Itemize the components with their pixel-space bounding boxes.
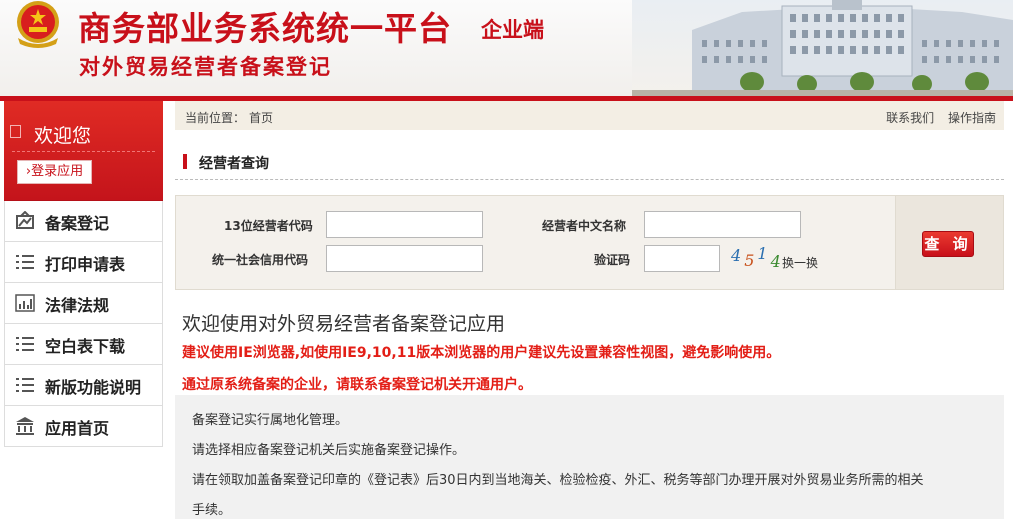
main-content: 当前位置： 首页 联系我们 操作指南 经营者查询 13位经营者代码 经营者中文名… <box>175 101 1004 519</box>
breadcrumb-current[interactable]: 首页 <box>249 109 273 126</box>
platform-tag: 企业端 <box>481 17 544 42</box>
sidebar-item-label: 法律法规 <box>45 296 110 315</box>
captcha-digit: 4 <box>770 252 781 271</box>
welcome-divider <box>12 151 155 152</box>
captcha-input[interactable] <box>644 245 720 272</box>
sidebar-item-label: 新版功能说明 <box>45 378 142 397</box>
captcha-digit: 4 <box>731 246 742 265</box>
intro-title: 欢迎使用对外贸易经营者备案登记应用 <box>182 313 506 335</box>
national-emblem-icon <box>17 1 59 48</box>
rules-panel: 备案登记实行属地化管理。 请选择相应备案登记机关后实施备案登记操作。 请在领取加… <box>175 395 1004 519</box>
breadcrumb-label: 当前位置： <box>185 111 246 125</box>
sidebar-item-blank-form-download[interactable]: 空白表下载 <box>4 324 163 365</box>
sidebar-item-label: 空白表下载 <box>45 337 126 356</box>
rule-text: 备案登记实行属地化管理。 <box>192 413 349 428</box>
rule-text: 请在领取加盖备案登记印章的《登记表》后30日内到当地海关、检验检疫、外汇、税务等… <box>192 473 924 488</box>
sidebar-item-label: 备案登记 <box>45 214 110 233</box>
section-title-text: 经营者查询 <box>199 156 269 172</box>
chart-icon <box>15 294 35 312</box>
section-marker <box>183 154 187 169</box>
list-icon <box>16 337 34 351</box>
code13-input[interactable] <box>326 211 483 238</box>
credit-code-input[interactable] <box>326 245 483 272</box>
captcha-image[interactable]: 4514 <box>731 244 784 271</box>
app-subtitle: 对外贸易经营者备案登记 <box>79 54 332 79</box>
sidebar-item-laws[interactable]: 法律法规 <box>4 283 163 324</box>
contact-link[interactable]: 联系我们 <box>886 111 934 125</box>
breadcrumb: 当前位置： 首页 联系我们 操作指南 <box>175 101 1004 130</box>
credit-code-label: 统一社会信用代码 <box>212 253 309 267</box>
captcha-digit: 1 <box>757 244 768 263</box>
home-icon <box>16 417 34 435</box>
section-title: 经营者查询 <box>175 151 1004 180</box>
ministry-building-image <box>632 0 1013 96</box>
page-icon <box>10 125 21 138</box>
sidebar-item-label: 应用首页 <box>45 419 110 438</box>
sidebar-item-label: 打印申请表 <box>45 255 126 274</box>
captcha-label: 验证码 <box>594 253 631 267</box>
sidebar-item-register[interactable]: 备案登记 <box>4 201 163 242</box>
captcha-refresh-link[interactable]: 换一换 <box>782 254 818 271</box>
sidebar-item-print-form[interactable]: 打印申请表 <box>4 242 163 283</box>
name-label: 经营者中文名称 <box>542 219 627 233</box>
browser-notice: 建议使用IE浏览器,如使用IE9,10,11版本浏览器的用户建议先设置兼容性视图… <box>182 345 781 361</box>
rule-text: 手续。 <box>192 503 232 518</box>
code13-label: 13位经营者代码 <box>224 219 313 233</box>
name-input[interactable] <box>644 211 801 238</box>
register-icon <box>16 211 34 229</box>
rule-text: 请选择相应备案登记机关后实施备案登记操作。 <box>192 443 466 458</box>
list-icon <box>16 378 34 392</box>
captcha-digit: 5 <box>744 251 755 270</box>
guide-link[interactable]: 操作指南 <box>948 111 996 125</box>
platform-title: 商务部业务系统统一平台 <box>78 9 452 48</box>
top-links: 联系我们 操作指南 <box>876 109 996 126</box>
query-button[interactable]: 查 询 <box>922 231 974 257</box>
list-icon <box>16 255 34 269</box>
query-form: 13位经营者代码 经营者中文名称 统一社会信用代码 验证码 4514 换一换 查… <box>175 195 1004 290</box>
login-button[interactable]: ›登录应用 <box>17 160 92 184</box>
legacy-user-notice: 通过原系统备案的企业，请联系备案登记机关开通用户。 <box>182 377 532 393</box>
welcome-text: 欢迎您 <box>34 125 92 147</box>
welcome-panel: 欢迎您 ›登录应用 <box>4 101 163 201</box>
sidebar-item-new-features[interactable]: 新版功能说明 <box>4 365 163 406</box>
sidebar: 欢迎您 ›登录应用 备案登记 打印申请表 法律法规 空白表下载 新版功能说明 应… <box>4 101 163 447</box>
site-header: 商务部业务系统统一平台 企业端 对外贸易经营者备案登记 <box>0 0 1013 96</box>
sidebar-item-home[interactable]: 应用首页 <box>4 406 163 447</box>
